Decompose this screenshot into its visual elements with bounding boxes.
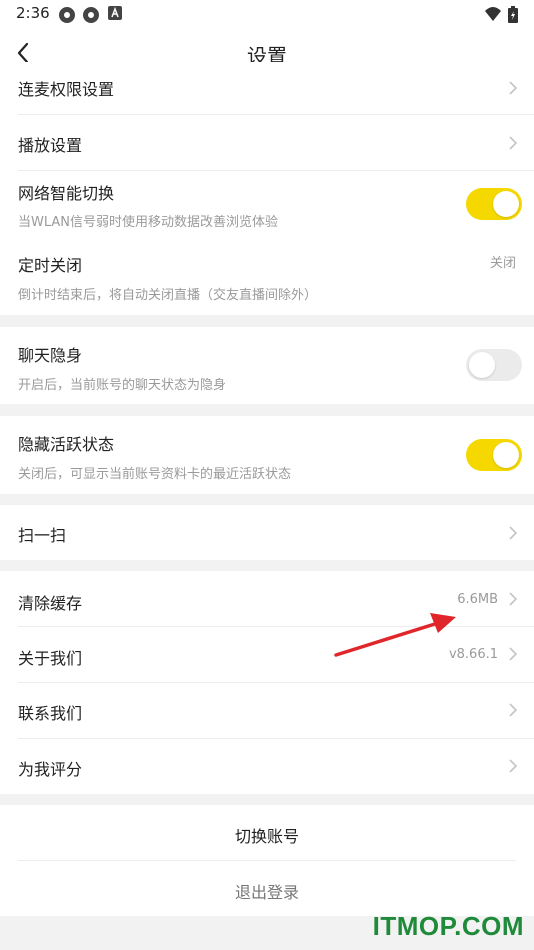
watermark-logo: ITMOP.COM: [372, 911, 524, 941]
toggle-knob: [493, 442, 519, 468]
settings-card-general: 连麦权限设置 播放设置 网络智能切换 当WLAN信号弱时使用移动数据改善浏览体验…: [0, 62, 534, 315]
notification-app-icon: [59, 7, 75, 23]
chevron-right-icon: [509, 136, 518, 150]
settings-card-scan: 扫一扫: [0, 505, 534, 560]
mic-permission-row[interactable]: 连麦权限设置: [18, 62, 534, 114]
status-time: 2:36: [16, 4, 50, 22]
account-actions-card: 切换账号 退出登录: [0, 805, 534, 916]
logout-button[interactable]: 退出登录: [0, 879, 534, 903]
notification-a-icon: [108, 6, 122, 20]
smart-switch-label: 网络智能切换: [18, 184, 115, 203]
smart-switch-row: 网络智能切换 当WLAN信号弱时使用移动数据改善浏览体验: [18, 171, 534, 237]
playback-settings-label: 播放设置: [18, 136, 83, 155]
rate-us-label: 为我评分: [18, 760, 83, 779]
settings-card-chat: 聊天隐身 开启后，当前账号的聊天状态为隐身: [0, 327, 534, 404]
chevron-right-icon: [509, 647, 518, 661]
battery-icon: [508, 6, 518, 23]
divider: [18, 860, 516, 861]
hide-active-row: 隐藏活跃状态 关闭后，可显示当前账号资料卡的最近活跃状态: [18, 416, 534, 494]
clear-cache-label: 清除缓存: [18, 594, 83, 613]
hide-active-desc: 关闭后，可显示当前账号资料卡的最近活跃状态: [18, 467, 292, 482]
toggle-knob: [469, 352, 495, 378]
annotation-arrow-icon: [334, 613, 456, 657]
chevron-right-icon: [509, 703, 518, 717]
timer-off-value: 关闭: [489, 256, 516, 271]
smart-switch-toggle[interactable]: [466, 188, 522, 220]
rate-us-row[interactable]: 为我评分: [18, 739, 534, 794]
chevron-right-icon: [509, 592, 518, 606]
timer-off-row[interactable]: 定时关闭 倒计时结束后，将自动关闭直播（交友直播间除外） 关闭: [18, 238, 534, 310]
about-us-label: 关于我们: [18, 649, 83, 668]
hide-active-label: 隐藏活跃状态: [18, 435, 115, 454]
chat-invisible-label: 聊天隐身: [18, 346, 83, 365]
chat-invisible-desc: 开启后，当前账号的聊天状态为隐身: [18, 378, 227, 393]
playback-settings-row[interactable]: 播放设置: [18, 115, 534, 170]
notification-app-icon-2: [83, 7, 99, 23]
chat-invisible-row: 聊天隐身 开启后，当前账号的聊天状态为隐身: [18, 327, 534, 404]
chevron-right-icon: [509, 81, 518, 95]
wifi-icon: [485, 7, 501, 21]
contact-us-label: 联系我们: [18, 704, 83, 723]
smart-switch-desc: 当WLAN信号弱时使用移动数据改善浏览体验: [18, 215, 279, 230]
chat-invisible-toggle[interactable]: [466, 349, 522, 381]
mic-permission-label: 连麦权限设置: [18, 80, 115, 99]
chevron-right-icon: [509, 526, 518, 540]
timer-off-label: 定时关闭: [18, 256, 83, 275]
switch-account-button[interactable]: 切换账号: [0, 823, 534, 847]
scan-label: 扫一扫: [18, 526, 67, 545]
toggle-knob: [493, 191, 519, 217]
timer-off-desc: 倒计时结束后，将自动关闭直播（交友直播间除外）: [18, 288, 318, 303]
chevron-right-icon: [509, 759, 518, 773]
cache-size-value: 6.6MB: [457, 592, 498, 607]
status-bar: 2:36: [0, 0, 534, 28]
contact-us-row[interactable]: 联系我们: [18, 683, 534, 738]
settings-card-active: 隐藏活跃状态 关闭后，可显示当前账号资料卡的最近活跃状态: [0, 416, 534, 494]
hide-active-toggle[interactable]: [466, 439, 522, 471]
scan-row[interactable]: 扫一扫: [18, 505, 534, 560]
